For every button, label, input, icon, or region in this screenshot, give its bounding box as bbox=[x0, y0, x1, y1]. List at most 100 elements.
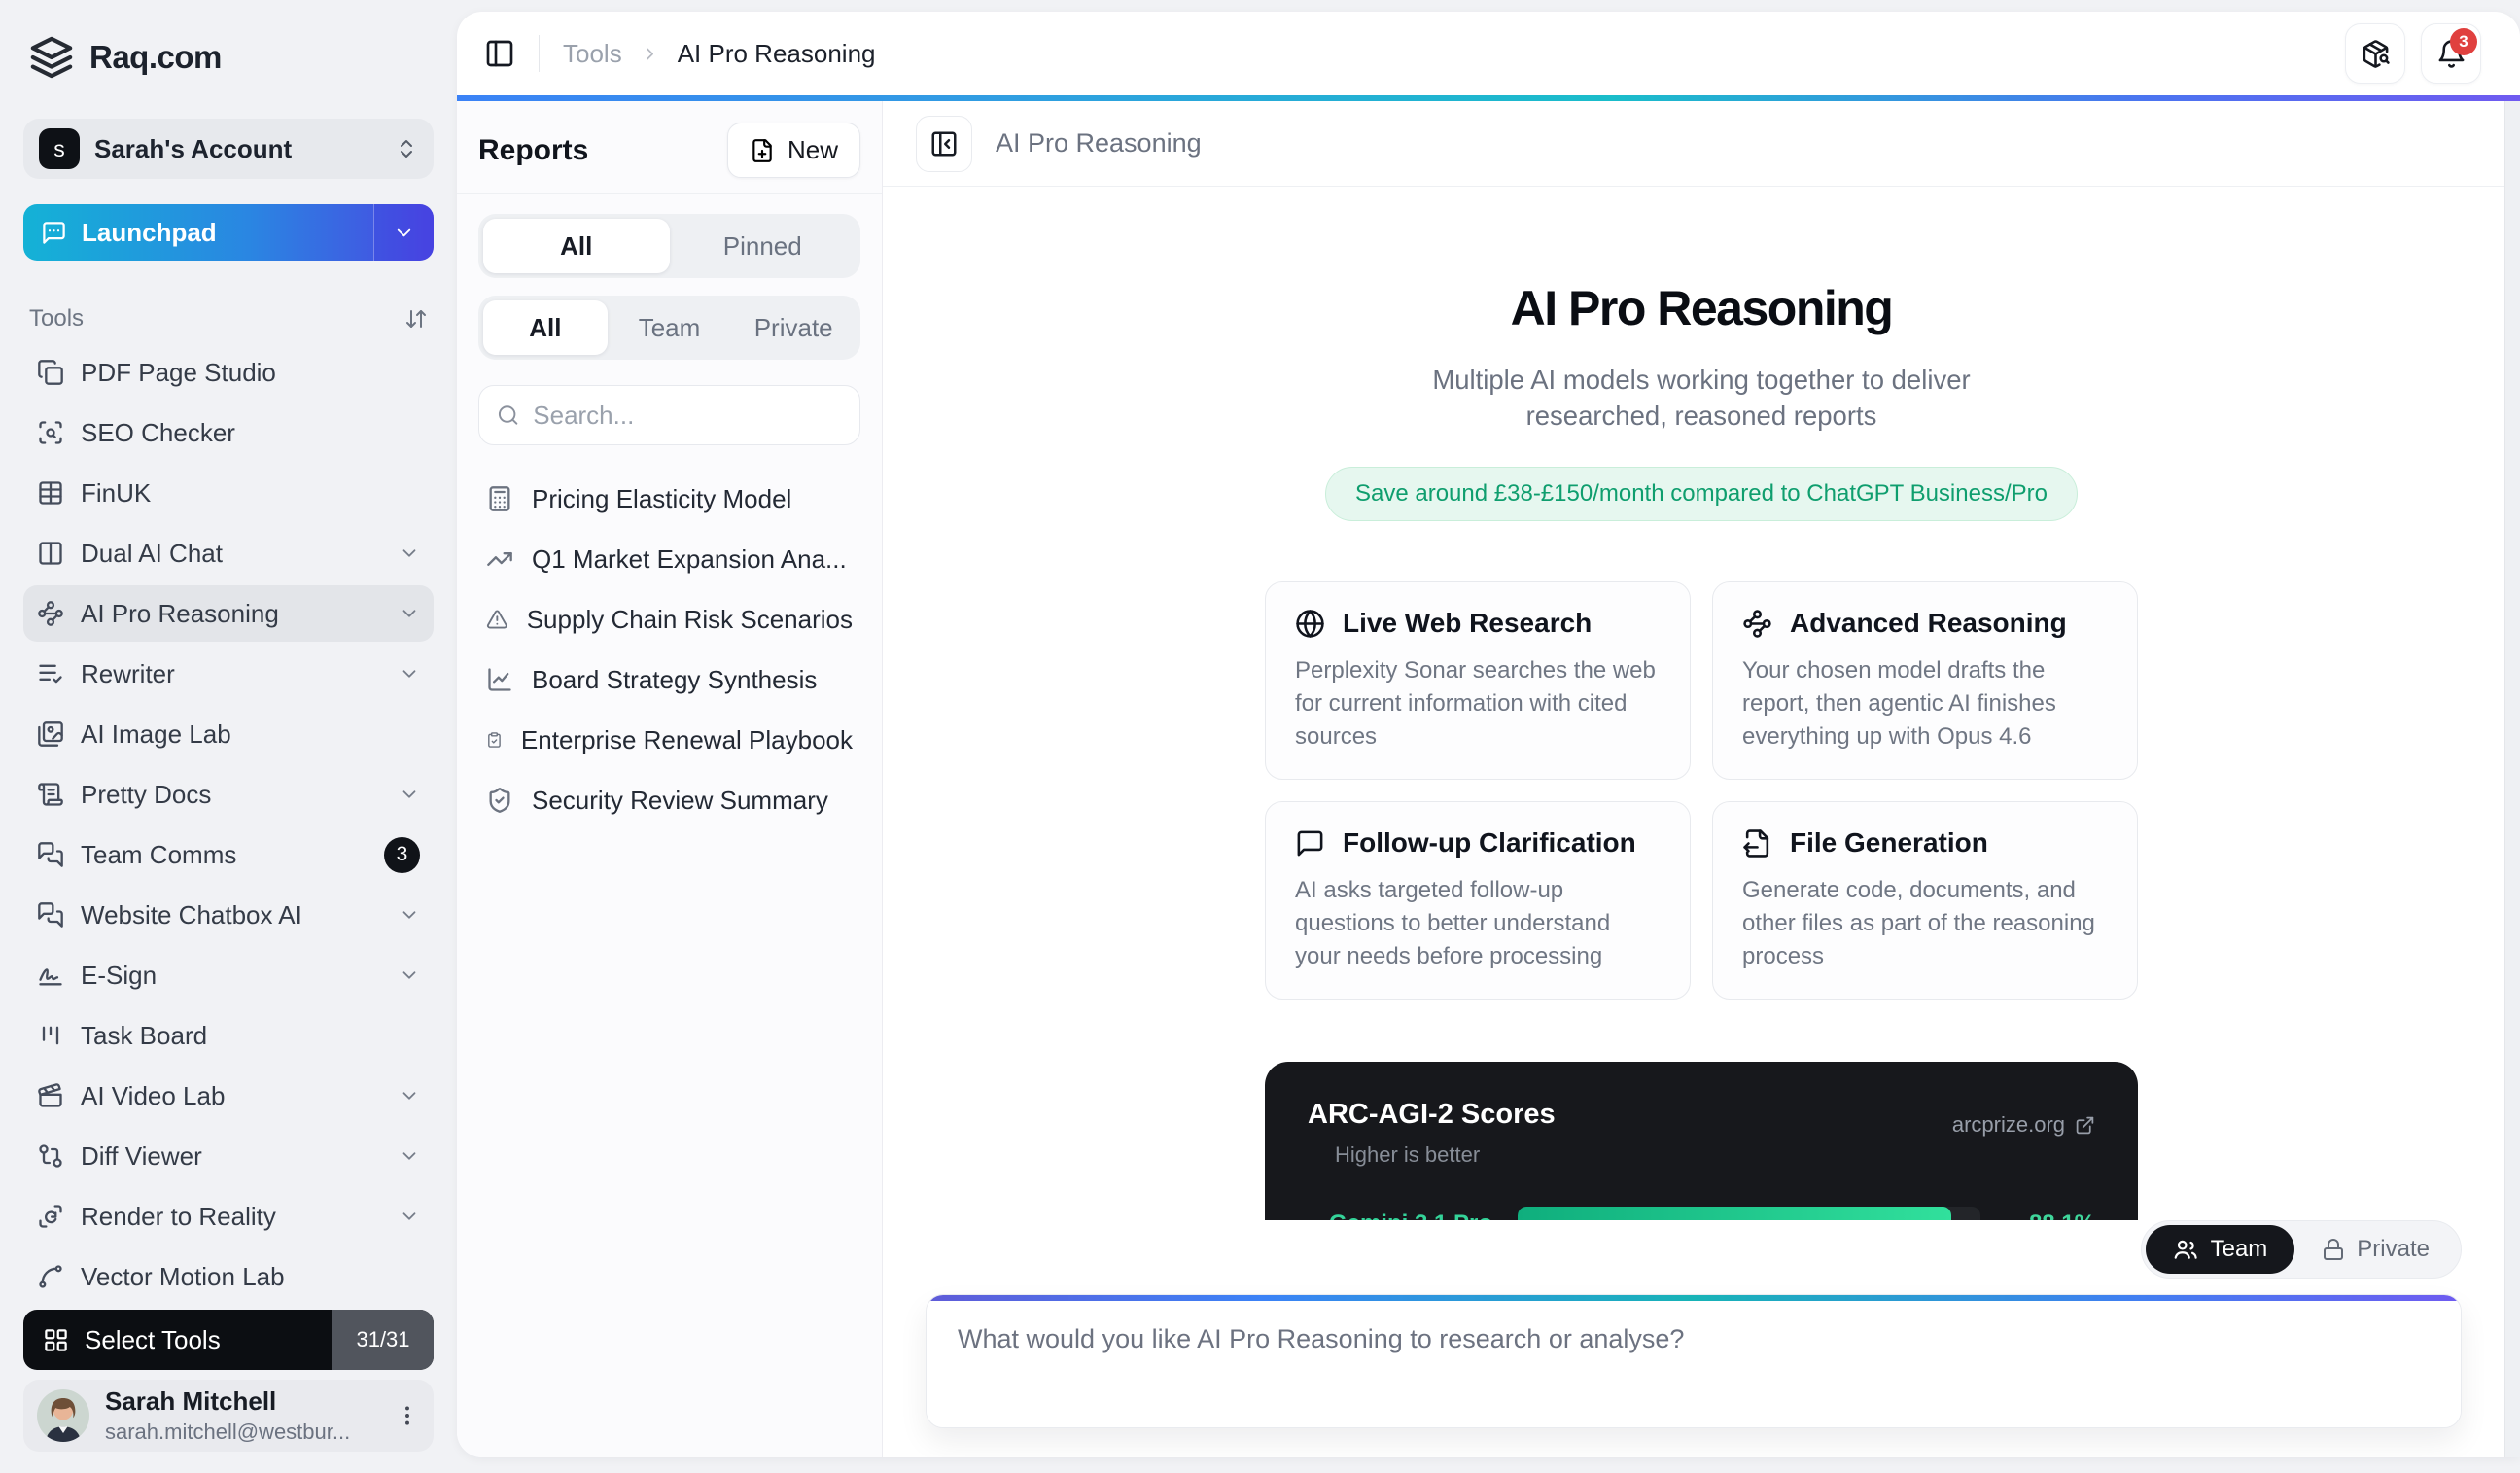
tab-private[interactable]: Private bbox=[731, 300, 856, 355]
account-switcher[interactable]: s Sarah's Account bbox=[23, 119, 434, 179]
account-avatar: s bbox=[39, 128, 80, 169]
new-report-label: New bbox=[787, 135, 838, 164]
report-label: Security Review Summary bbox=[532, 785, 828, 815]
tab-team[interactable]: Team bbox=[608, 300, 732, 355]
kanban-icon bbox=[42, 1026, 59, 1045]
sidebar-item-ai-video-lab[interactable]: AI Video Lab bbox=[23, 1068, 434, 1124]
team-comms-badge: 3 bbox=[384, 836, 420, 873]
breadcrumb-tools[interactable]: Tools bbox=[563, 39, 622, 69]
hero-subtitle-line1: Multiple AI models working together to d… bbox=[1432, 365, 1971, 395]
sidebar-item-website-chatbox-ai[interactable]: Website Chatbox AI bbox=[23, 887, 434, 943]
avatar-illustration bbox=[37, 1389, 89, 1442]
tab-pinned[interactable]: Pinned bbox=[670, 219, 857, 273]
toggle-private[interactable]: Private bbox=[2294, 1225, 2457, 1274]
report-label: Board Strategy Synthesis bbox=[532, 664, 818, 694]
sidebar-item-finuk[interactable]: FinUK bbox=[23, 465, 434, 521]
sidebar-item-label: FinUK bbox=[81, 477, 152, 508]
brand-name: Raq.com bbox=[89, 39, 222, 75]
waypoints-icon bbox=[38, 601, 63, 626]
reports-filter-secondary: All Team Private bbox=[478, 296, 860, 360]
tab-all[interactable]: All bbox=[483, 219, 670, 273]
report-item-q1-market-expansion[interactable]: Q1 Market Expansion Ana... bbox=[478, 529, 860, 589]
layers-logo-icon bbox=[30, 36, 73, 79]
chevrons-up-down-icon bbox=[401, 140, 412, 158]
signature-icon bbox=[39, 968, 62, 986]
chart-source-link[interactable]: arcprize.org bbox=[1952, 1112, 2095, 1138]
notifications-button[interactable]: 3 bbox=[2421, 23, 2481, 84]
panel-left-close-icon bbox=[931, 131, 957, 156]
launchpad-dropdown[interactable] bbox=[373, 204, 434, 261]
report-label: Enterprise Renewal Playbook bbox=[520, 724, 853, 754]
collapse-panel-button[interactable] bbox=[916, 115, 972, 172]
content: Reports New All Pinned All Team Private bbox=[457, 101, 2520, 1457]
pages-icon bbox=[38, 360, 63, 385]
tool-header-title: AI Pro Reasoning bbox=[996, 128, 1202, 158]
report-item-pricing-elasticity[interactable]: Pricing Elasticity Model bbox=[478, 469, 860, 529]
prompt-input[interactable] bbox=[927, 1295, 2461, 1427]
sidebar-item-dual-ai-chat[interactable]: Dual AI Chat bbox=[23, 525, 434, 581]
table-icon bbox=[39, 481, 62, 505]
sidebar-item-render-to-reality[interactable]: Render to Reality bbox=[23, 1188, 434, 1245]
toggle-team-label: Team bbox=[2210, 1236, 2268, 1262]
feature-title: File Generation bbox=[1790, 827, 1988, 858]
user-profile-card[interactable]: Sarah Mitchell sarah.mitchell@westbur... bbox=[23, 1380, 434, 1452]
sidebar-item-pdf-page-studio[interactable]: PDF Page Studio bbox=[23, 344, 434, 401]
user-email: sarah.mitchell@westbur... bbox=[105, 1420, 351, 1444]
prompt-composer[interactable] bbox=[926, 1294, 2462, 1428]
users-icon bbox=[2174, 1240, 2197, 1259]
feature-description: Your chosen model drafts the report, the… bbox=[1742, 657, 2056, 750]
chat-bubble-icon bbox=[43, 221, 65, 244]
sidebar-item-team-comms[interactable]: Team Comms 3 bbox=[23, 826, 434, 883]
sidebar: Raq.com s Sarah's Account Launchpad Tool… bbox=[0, 0, 457, 1473]
user-texts: Sarah Mitchell sarah.mitchell@westbur... bbox=[105, 1386, 350, 1445]
select-tools-button[interactable]: Select Tools 31/31 bbox=[23, 1310, 434, 1370]
sidebar-item-task-board[interactable]: Task Board bbox=[23, 1007, 434, 1064]
sidebar-item-label: Rewriter bbox=[81, 658, 175, 688]
chart-line-icon bbox=[488, 668, 511, 691]
report-label: Pricing Elasticity Model bbox=[532, 483, 792, 513]
report-item-supply-chain-risk[interactable]: Supply Chain Risk Scenarios bbox=[478, 589, 860, 649]
tab-all-scope[interactable]: All bbox=[483, 300, 608, 355]
toggle-team[interactable]: Team bbox=[2145, 1225, 2295, 1274]
report-item-enterprise-renewal[interactable]: Enterprise Renewal Playbook bbox=[478, 710, 860, 770]
sidebar-item-vector-motion-lab[interactable]: Vector Motion Lab bbox=[23, 1248, 434, 1305]
sidebar-item-label: SEO Checker bbox=[81, 417, 235, 447]
bar-value: 88.1% bbox=[2006, 1210, 2095, 1220]
file-plus-icon bbox=[752, 138, 772, 162]
sidebar-item-ai-pro-reasoning[interactable]: AI Pro Reasoning bbox=[23, 585, 434, 642]
sidebar-item-diff-viewer[interactable]: Diff Viewer bbox=[23, 1128, 434, 1184]
sidebar-toggle-button[interactable] bbox=[484, 38, 515, 69]
search-input[interactable] bbox=[533, 400, 842, 431]
report-item-security-review[interactable]: Security Review Summary bbox=[478, 770, 860, 830]
launchpad-button[interactable]: Launchpad bbox=[23, 204, 434, 261]
sidebar-item-label: AI Pro Reasoning bbox=[81, 598, 279, 628]
sidebar-item-e-sign[interactable]: E-Sign bbox=[23, 947, 434, 1003]
sidebar-item-seo-checker[interactable]: SEO Checker bbox=[23, 404, 434, 461]
messages-icon bbox=[38, 842, 63, 867]
sidebar-item-pretty-docs[interactable]: Pretty Docs bbox=[23, 766, 434, 823]
clipboard-check-icon bbox=[488, 732, 501, 748]
launchpad-main[interactable]: Launchpad bbox=[23, 204, 373, 261]
scrollbar-gutter[interactable] bbox=[2504, 101, 2520, 1457]
savings-badge: Save around £38-£150/month compared to C… bbox=[1325, 467, 2078, 521]
select-tools-main[interactable]: Select Tools bbox=[23, 1310, 332, 1370]
chevron-down-icon bbox=[397, 228, 411, 236]
new-report-button[interactable]: New bbox=[726, 123, 860, 178]
sidebar-item-rewriter[interactable]: Rewriter bbox=[23, 646, 434, 702]
globe-icon bbox=[1296, 609, 1324, 638]
breadcrumb: Tools AI Pro Reasoning bbox=[563, 39, 876, 69]
chevron-down-icon bbox=[402, 610, 416, 617]
select-tools-label: Select Tools bbox=[85, 1324, 221, 1354]
search-field[interactable] bbox=[478, 385, 860, 445]
chart-rows: Gemini 3.1 Pro 88.1% Claude Opus 4.6 79.… bbox=[1308, 1207, 2095, 1220]
sidebar-item-ai-image-lab[interactable]: AI Image Lab bbox=[23, 706, 434, 762]
topbar-actions: 3 bbox=[2345, 23, 2481, 84]
report-item-board-strategy[interactable]: Board Strategy Synthesis bbox=[478, 649, 860, 710]
package-search-button[interactable] bbox=[2345, 23, 2405, 84]
kebab-menu-icon[interactable] bbox=[395, 1403, 420, 1428]
brand-logo: Raq.com bbox=[29, 35, 434, 80]
bar-fill bbox=[1518, 1207, 1952, 1220]
reports-panel: Reports New All Pinned All Team Private bbox=[457, 101, 883, 1457]
sort-arrows-icon[interactable] bbox=[404, 307, 428, 331]
hero: AI Pro Reasoning Multiple AI models work… bbox=[1325, 280, 2078, 521]
